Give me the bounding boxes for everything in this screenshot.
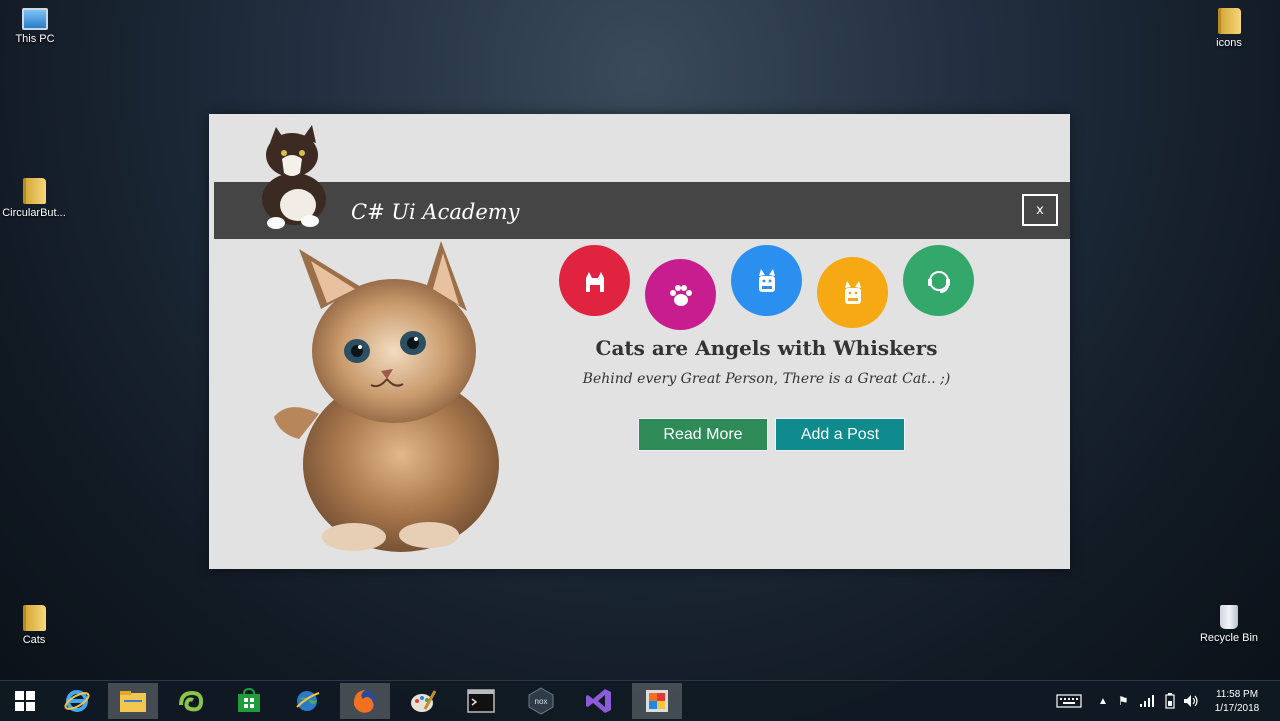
keyboard-icon[interactable] xyxy=(1056,693,1082,709)
taskbar-firefox[interactable] xyxy=(340,683,390,719)
folder-icon xyxy=(1217,8,1241,34)
computer-icon xyxy=(22,8,48,30)
system-tray: ▲ ⚑ xyxy=(1056,681,1199,721)
taskbar-paint[interactable] xyxy=(398,683,448,719)
desktop-icon-this-pc[interactable]: This PC xyxy=(0,8,75,45)
app-title: C# Ui Academy xyxy=(351,200,520,224)
nox-icon: nox xyxy=(528,687,554,715)
taskbar-file-explorer[interactable] xyxy=(108,683,158,719)
close-button[interactable]: x xyxy=(1022,194,1058,226)
lucky-cat-icon xyxy=(844,280,861,304)
chevron-up-icon[interactable]: ▲ xyxy=(1098,696,1108,707)
circle-button-headset[interactable] xyxy=(903,245,974,316)
start-button[interactable] xyxy=(0,683,50,719)
paint-icon xyxy=(411,690,437,712)
start-icon xyxy=(15,691,35,711)
title-bar[interactable]: C# Ui Academy x xyxy=(214,182,1070,239)
headset-icon xyxy=(927,270,950,293)
flag-icon[interactable]: ⚑ xyxy=(1118,694,1129,708)
clock-date: 1/17/2018 xyxy=(1214,703,1260,714)
clock[interactable]: 11:58 PM 1/17/2018 xyxy=(1206,688,1268,716)
lucky-cat-icon xyxy=(758,268,775,292)
svg-text:nox: nox xyxy=(535,697,548,706)
headline: Cats are Angels with Whiskers xyxy=(595,336,938,360)
folder-icon xyxy=(22,178,46,204)
kitten-image xyxy=(274,241,499,552)
desktop-icon-label: Cats xyxy=(22,634,46,646)
desktop-icon-label: This PC xyxy=(15,33,55,45)
taskbar-store[interactable] xyxy=(224,683,274,719)
store-icon xyxy=(238,688,260,712)
internet-explorer-icon xyxy=(64,690,90,712)
circle-button-cat[interactable] xyxy=(559,245,630,316)
visual-studio-icon xyxy=(586,689,611,713)
add-post-button[interactable]: Add a Post xyxy=(775,418,905,451)
clock-time: 11:58 PM xyxy=(1215,689,1259,700)
command-prompt-icon xyxy=(467,689,495,713)
taskbar-nox[interactable]: nox xyxy=(516,683,566,719)
cat-logo-image xyxy=(262,125,326,229)
taskbar-command-prompt[interactable] xyxy=(456,683,506,719)
desktop-icon-circularbutton[interactable]: CircularBut... xyxy=(0,178,74,219)
volume-icon[interactable] xyxy=(1183,694,1199,708)
signal-icon[interactable] xyxy=(1139,694,1155,708)
desktop-icon-label: icons xyxy=(1216,37,1242,49)
desktop-icon-cats[interactable]: Cats xyxy=(0,605,74,646)
close-label: x xyxy=(1036,202,1044,218)
desktop-icon-label: CircularBut... xyxy=(2,207,66,219)
network-globe-icon xyxy=(296,691,320,711)
desktop-icon-label: Recycle Bin xyxy=(1199,632,1259,644)
cat-icon xyxy=(585,271,604,292)
folder-icon xyxy=(22,605,46,631)
subheadline: Behind every Great Person, There is a Gr… xyxy=(582,371,951,387)
desktop-icon-recycle-bin[interactable]: Recycle Bin xyxy=(1189,605,1269,644)
taskbar: nox ▲ ⚑ 11:58 PM 1/17/2018 xyxy=(0,680,1280,721)
taskbar-internet-explorer[interactable] xyxy=(52,683,102,719)
file-explorer-icon xyxy=(120,691,146,712)
taskbar-visual-studio[interactable] xyxy=(574,683,624,719)
read-more-button[interactable]: Read More xyxy=(638,418,768,451)
desktop-icon-icons[interactable]: icons xyxy=(1189,8,1269,49)
app-window-icon xyxy=(646,690,668,712)
circle-button-lucky-cat-blue[interactable] xyxy=(731,245,802,316)
circle-button-paw[interactable] xyxy=(645,259,716,330)
chameleon-icon xyxy=(179,690,204,712)
circle-button-lucky-cat-orange[interactable] xyxy=(817,257,888,328)
app-window: C# Ui Academy x Cats are Angels with Whi… xyxy=(209,114,1070,569)
taskbar-app-window[interactable] xyxy=(632,683,682,719)
recycle-bin-icon xyxy=(1220,605,1238,629)
battery-icon[interactable] xyxy=(1165,693,1175,709)
paw-icon xyxy=(669,284,692,306)
taskbar-network-globe[interactable] xyxy=(282,683,332,719)
firefox-icon xyxy=(354,690,376,713)
taskbar-chameleon[interactable] xyxy=(166,683,216,719)
